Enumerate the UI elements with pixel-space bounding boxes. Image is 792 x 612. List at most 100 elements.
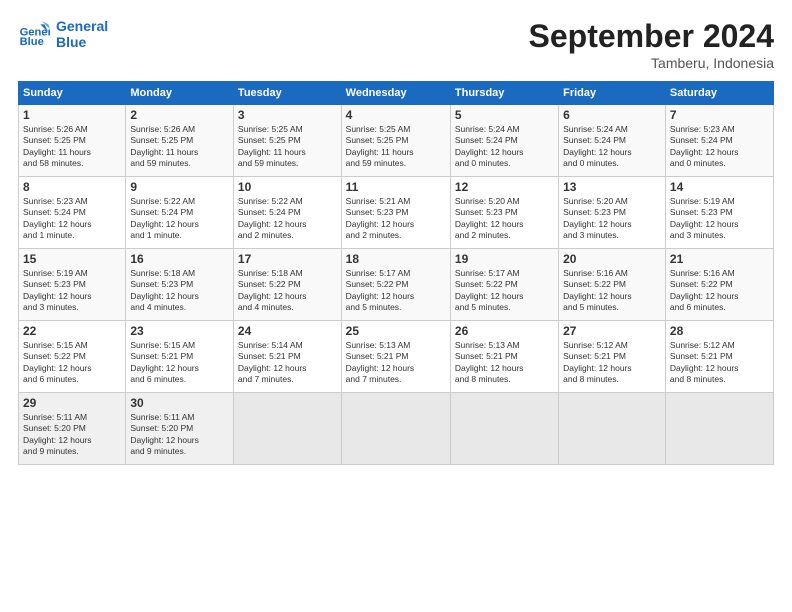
calendar-day-2: 2Sunrise: 5:26 AMSunset: 5:25 PMDaylight… <box>126 105 234 177</box>
calendar-day-29: 29 Sunrise: 5:11 AMSunset: 5:20 PMDayligh… <box>19 393 126 465</box>
logo-icon: General Blue <box>18 18 50 50</box>
col-header-tuesday: Tuesday <box>233 82 341 105</box>
day-number: 20 <box>563 252 661 266</box>
calendar-day-1: 1Sunrise: 5:26 AMSunset: 5:25 PMDaylight… <box>19 105 126 177</box>
day-info: Sunrise: 5:23 AMSunset: 5:24 PMDaylight:… <box>670 124 769 170</box>
day-info: Sunrise: 5:14 AMSunset: 5:21 PMDaylight:… <box>238 340 337 386</box>
day-info: Sunrise: 5:15 AMSunset: 5:21 PMDaylight:… <box>130 340 229 386</box>
day-info: Sunrise: 5:20 AMSunset: 5:23 PMDaylight:… <box>455 196 554 242</box>
header: General Blue General Blue September 2024… <box>18 18 774 71</box>
calendar-empty-cell <box>665 393 773 465</box>
day-info: Sunrise: 5:19 AMSunset: 5:23 PMDaylight:… <box>23 268 121 314</box>
calendar-day-7: 7 Sunrise: 5:23 AMSunset: 5:24 PMDaylight… <box>665 105 773 177</box>
calendar-day-13: 13 Sunrise: 5:20 AMSunset: 5:23 PMDayligh… <box>559 177 666 249</box>
day-number: 4 <box>346 108 446 122</box>
day-number: 27 <box>563 324 661 338</box>
col-header-saturday: Saturday <box>665 82 773 105</box>
day-info: Sunrise: 5:16 AMSunset: 5:22 PMDaylight:… <box>670 268 769 314</box>
calendar-day-3: 3Sunrise: 5:25 AMSunset: 5:25 PMDaylight… <box>233 105 341 177</box>
calendar-day-19: 19 Sunrise: 5:17 AMSunset: 5:22 PMDayligh… <box>450 249 558 321</box>
calendar-day-28: 28Sunrise: 5:12 AMSunset: 5:21 PMDayligh… <box>665 321 773 393</box>
day-number: 8 <box>23 180 121 194</box>
day-info: Sunrise: 5:17 AMSunset: 5:22 PMDaylight:… <box>346 268 446 314</box>
calendar-empty-cell <box>341 393 450 465</box>
day-info: Sunrise: 5:23 AMSunset: 5:24 PMDaylight:… <box>23 196 121 242</box>
day-info: Sunrise: 5:18 AMSunset: 5:22 PMDaylight:… <box>238 268 337 314</box>
calendar-day-27: 27Sunrise: 5:12 AMSunset: 5:21 PMDayligh… <box>559 321 666 393</box>
day-number: 25 <box>346 324 446 338</box>
day-number: 13 <box>563 180 661 194</box>
title-block: September 2024 Tamberu, Indonesia <box>529 18 774 71</box>
calendar-day-9: 9Sunrise: 5:22 AMSunset: 5:24 PMDaylight… <box>126 177 234 249</box>
day-info: Sunrise: 5:11 AMSunset: 5:20 PMDaylight:… <box>23 412 121 458</box>
calendar-day-6: 6Sunrise: 5:24 AMSunset: 5:24 PMDaylight… <box>559 105 666 177</box>
location-subtitle: Tamberu, Indonesia <box>529 55 774 71</box>
col-header-thursday: Thursday <box>450 82 558 105</box>
calendar-week-2: 8 Sunrise: 5:23 AMSunset: 5:24 PMDaylight… <box>19 177 774 249</box>
day-number: 23 <box>130 324 229 338</box>
svg-text:Blue: Blue <box>20 36 44 48</box>
logo-blue: Blue <box>56 34 108 50</box>
day-number: 24 <box>238 324 337 338</box>
calendar-day-23: 23 Sunrise: 5:15 AMSunset: 5:21 PMDayligh… <box>126 321 234 393</box>
calendar-day-15: 15Sunrise: 5:19 AMSunset: 5:23 PMDayligh… <box>19 249 126 321</box>
calendar-day-16: 16 Sunrise: 5:18 AMSunset: 5:23 PMDayligh… <box>126 249 234 321</box>
calendar-day-8: 8 Sunrise: 5:23 AMSunset: 5:24 PMDaylight… <box>19 177 126 249</box>
day-number: 11 <box>346 180 446 194</box>
day-number: 2 <box>130 108 229 122</box>
day-number: 30 <box>130 396 229 410</box>
day-info: Sunrise: 5:22 AMSunset: 5:24 PMDaylight:… <box>130 196 229 242</box>
calendar-empty-cell <box>233 393 341 465</box>
day-number: 1 <box>23 108 121 122</box>
day-info: Sunrise: 5:18 AMSunset: 5:23 PMDaylight:… <box>130 268 229 314</box>
calendar-empty-cell <box>559 393 666 465</box>
calendar-week-5: 29 Sunrise: 5:11 AMSunset: 5:20 PMDayligh… <box>19 393 774 465</box>
day-info: Sunrise: 5:20 AMSunset: 5:23 PMDaylight:… <box>563 196 661 242</box>
day-info: Sunrise: 5:17 AMSunset: 5:22 PMDaylight:… <box>455 268 554 314</box>
calendar-week-1: 1Sunrise: 5:26 AMSunset: 5:25 PMDaylight… <box>19 105 774 177</box>
calendar-week-4: 22 Sunrise: 5:15 AMSunset: 5:22 PMDayligh… <box>19 321 774 393</box>
day-info: Sunrise: 5:12 AMSunset: 5:21 PMDaylight:… <box>670 340 769 386</box>
day-info: Sunrise: 5:21 AMSunset: 5:23 PMDaylight:… <box>346 196 446 242</box>
calendar-day-12: 12 Sunrise: 5:20 AMSunset: 5:23 PMDayligh… <box>450 177 558 249</box>
calendar-day-4: 4 Sunrise: 5:25 AMSunset: 5:25 PMDaylight… <box>341 105 450 177</box>
day-number: 10 <box>238 180 337 194</box>
day-info: Sunrise: 5:22 AMSunset: 5:24 PMDaylight:… <box>238 196 337 242</box>
day-number: 6 <box>563 108 661 122</box>
col-header-sunday: Sunday <box>19 82 126 105</box>
day-info: Sunrise: 5:15 AMSunset: 5:22 PMDaylight:… <box>23 340 121 386</box>
col-header-monday: Monday <box>126 82 234 105</box>
day-info: Sunrise: 5:13 AMSunset: 5:21 PMDaylight:… <box>455 340 554 386</box>
day-number: 18 <box>346 252 446 266</box>
col-header-wednesday: Wednesday <box>341 82 450 105</box>
day-info: Sunrise: 5:25 AMSunset: 5:25 PMDaylight:… <box>238 124 337 170</box>
col-header-friday: Friday <box>559 82 666 105</box>
day-number: 16 <box>130 252 229 266</box>
calendar-week-3: 15Sunrise: 5:19 AMSunset: 5:23 PMDayligh… <box>19 249 774 321</box>
calendar-table: SundayMondayTuesdayWednesdayThursdayFrid… <box>18 81 774 465</box>
calendar-day-11: 11 Sunrise: 5:21 AMSunset: 5:23 PMDayligh… <box>341 177 450 249</box>
day-info: Sunrise: 5:11 AMSunset: 5:20 PMDaylight:… <box>130 412 229 458</box>
day-number: 22 <box>23 324 121 338</box>
calendar-day-5: 5 Sunrise: 5:24 AMSunset: 5:24 PMDaylight… <box>450 105 558 177</box>
day-number: 7 <box>670 108 769 122</box>
logo: General Blue General Blue <box>18 18 108 50</box>
day-number: 21 <box>670 252 769 266</box>
day-number: 19 <box>455 252 554 266</box>
day-number: 14 <box>670 180 769 194</box>
calendar-day-17: 17 Sunrise: 5:18 AMSunset: 5:22 PMDayligh… <box>233 249 341 321</box>
calendar-empty-cell <box>450 393 558 465</box>
calendar-day-10: 10 Sunrise: 5:22 AMSunset: 5:24 PMDayligh… <box>233 177 341 249</box>
day-info: Sunrise: 5:24 AMSunset: 5:24 PMDaylight:… <box>455 124 554 170</box>
day-info: Sunrise: 5:25 AMSunset: 5:25 PMDaylight:… <box>346 124 446 170</box>
day-number: 29 <box>23 396 121 410</box>
day-number: 17 <box>238 252 337 266</box>
calendar-day-18: 18 Sunrise: 5:17 AMSunset: 5:22 PMDayligh… <box>341 249 450 321</box>
logo-general: General <box>56 18 108 34</box>
day-number: 12 <box>455 180 554 194</box>
day-info: Sunrise: 5:16 AMSunset: 5:22 PMDaylight:… <box>563 268 661 314</box>
calendar-day-20: 20 Sunrise: 5:16 AMSunset: 5:22 PMDayligh… <box>559 249 666 321</box>
day-number: 5 <box>455 108 554 122</box>
calendar-day-26: 26 Sunrise: 5:13 AMSunset: 5:21 PMDayligh… <box>450 321 558 393</box>
day-number: 26 <box>455 324 554 338</box>
